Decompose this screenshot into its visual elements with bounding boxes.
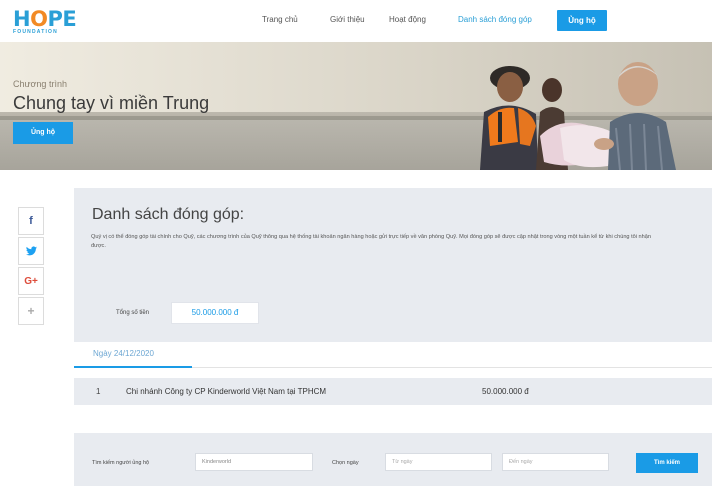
logo-letter-o: O bbox=[30, 7, 48, 31]
total-amount: 50.000.000 đ bbox=[171, 302, 259, 324]
total-label: Tổng số tiền bbox=[116, 310, 150, 316]
to-date-input[interactable]: Đến ngày bbox=[502, 453, 609, 471]
panel-description: Quý vị có thể đóng góp tài chính cho Quỹ… bbox=[91, 234, 651, 249]
table-row: 1 Chi nhánh Công ty CP Kinderworld Việt … bbox=[74, 378, 712, 405]
nav-item-home[interactable]: Trang chủ bbox=[262, 15, 298, 24]
banner-kicker: Chương trình bbox=[13, 79, 67, 89]
site-header: HOPE FOUNDATION Trang chủ Giới thiệu Hoạ… bbox=[0, 0, 712, 42]
search-button[interactable]: Tìm kiếm bbox=[636, 453, 698, 473]
banner-photo-people bbox=[480, 62, 676, 170]
donation-list-panel: Danh sách đóng góp: Quý vị có thể đóng g… bbox=[74, 188, 712, 342]
facebook-icon[interactable]: f bbox=[18, 207, 44, 235]
row-index: 1 bbox=[96, 387, 101, 396]
plus-icon[interactable]: + bbox=[18, 297, 44, 325]
donor-search-input[interactable]: Kinderworld bbox=[195, 453, 313, 471]
search-bar: Tìm kiếm người ủng hộ Kinderworld Chọn n… bbox=[74, 433, 712, 486]
nav-item-activities[interactable]: Hoạt động bbox=[389, 15, 426, 24]
nav-item-donation-list[interactable]: Danh sách đóng góp bbox=[458, 15, 532, 24]
banner-donate-button[interactable]: Ủng hộ bbox=[13, 122, 73, 144]
donor-search-label: Tìm kiếm người ủng hộ bbox=[92, 460, 150, 466]
google-plus-icon[interactable]: G+ bbox=[18, 267, 44, 295]
tab-date-underline bbox=[74, 366, 192, 368]
social-share-bar: f G+ + bbox=[18, 207, 44, 327]
row-donor-name: Chi nhánh Công ty CP Kinderworld Việt Na… bbox=[126, 387, 327, 396]
logo-letters-pe: PE bbox=[47, 7, 77, 31]
banner-title: Chung tay vì miền Trung bbox=[13, 93, 210, 113]
tab-date[interactable]: Ngày 24/12/2020 bbox=[93, 349, 154, 358]
nav-item-about[interactable]: Giới thiệu bbox=[330, 15, 365, 24]
twitter-icon[interactable] bbox=[18, 237, 44, 265]
hero-banner: Chương trình Chung tay vì miền Trung Ủng… bbox=[0, 42, 712, 170]
page-title: Danh sách đóng góp: bbox=[92, 206, 245, 223]
date-select-label: Chọn ngày bbox=[332, 460, 359, 466]
twitter-bird-glyph bbox=[25, 246, 37, 256]
from-date-input[interactable]: Từ ngày bbox=[385, 453, 492, 471]
hope-logo[interactable]: HOPE FOUNDATION bbox=[13, 7, 77, 36]
row-amount: 50.000.000 đ bbox=[482, 387, 529, 396]
logo-letter-h: H bbox=[13, 7, 31, 31]
donate-button-header[interactable]: Ủng hộ bbox=[557, 10, 607, 31]
